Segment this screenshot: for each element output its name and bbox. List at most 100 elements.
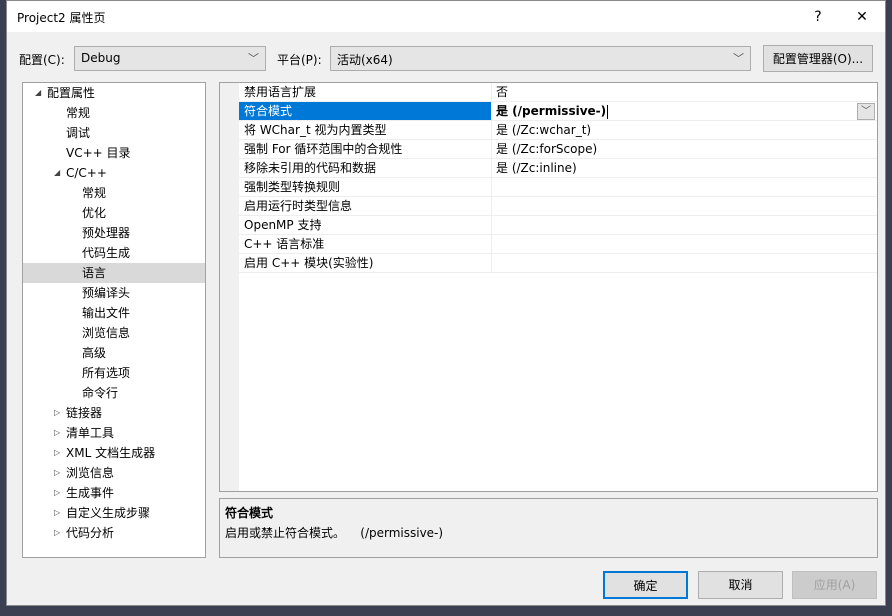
tree-item-label: 配置属性 <box>47 86 96 100</box>
property-row[interactable]: 禁用语言扩展否 <box>239 83 877 102</box>
tree-item[interactable]: 浏览信息 <box>23 323 205 343</box>
platform-label: 平台(P): <box>277 53 322 67</box>
collapsed-arrow-icon[interactable]: ▷ <box>54 503 64 523</box>
property-value-text: 是 (/Zc:wchar_t) <box>496 123 592 137</box>
tree-item-label: 所有选项 <box>82 366 131 380</box>
config-manager-button[interactable]: 配置管理器(O)... <box>763 45 873 72</box>
tree-item-label: 常规 <box>82 186 107 200</box>
tree-item[interactable]: 语言 <box>23 263 205 283</box>
tree-item-label: 链接器 <box>66 406 103 420</box>
tree-item-label: XML 文档生成器 <box>66 446 156 460</box>
property-row[interactable]: 移除未引用的代码和数据是 (/Zc:inline) <box>239 159 877 178</box>
collapsed-arrow-icon[interactable]: ▷ <box>54 403 64 423</box>
expanded-arrow-icon[interactable]: ◢ <box>54 163 64 183</box>
chevron-down-icon: ﹀ <box>733 52 744 65</box>
collapsed-arrow-icon[interactable]: ▷ <box>54 523 64 543</box>
property-row[interactable]: 启用运行时类型信息 <box>239 197 877 216</box>
property-row[interactable]: 强制 For 循环范围中的合规性是 (/Zc:forScope) <box>239 140 877 159</box>
help-button[interactable]: ? <box>801 5 835 29</box>
platform-value: 活动(x64) <box>337 53 393 67</box>
tree-item[interactable]: 预编译头 <box>23 283 205 303</box>
expanded-arrow-icon[interactable]: ◢ <box>35 83 45 103</box>
property-row[interactable]: 强制类型转换规则 <box>239 178 877 197</box>
tree-item-label: 调试 <box>66 126 91 140</box>
tree-item-label: 常规 <box>66 106 91 120</box>
tree-item[interactable]: VC++ 目录 <box>23 143 205 163</box>
tree-item[interactable]: ▷ 浏览信息 <box>23 463 205 483</box>
property-row[interactable]: 将 WChar_t 视为内置类型是 (/Zc:wchar_t) <box>239 121 877 140</box>
collapsed-arrow-icon[interactable]: ▷ <box>54 443 64 463</box>
property-row[interactable]: C++ 语言标准 <box>239 235 877 254</box>
tree-item[interactable]: 代码生成 <box>23 243 205 263</box>
tree-item[interactable]: ▷ 自定义生成步骤 <box>23 503 205 523</box>
tree-item-label: 预编译头 <box>82 286 131 300</box>
tree-item-label: 自定义生成步骤 <box>66 506 151 520</box>
property-grid[interactable]: 禁用语言扩展否符合模式是 (/permissive-) ﹀ 将 WChar_t 视为… <box>219 82 878 492</box>
property-value[interactable] <box>496 197 877 215</box>
chevron-down-icon: ﹀ <box>248 52 259 65</box>
platform-select[interactable]: 活动(x64) ﹀ <box>330 46 751 71</box>
tree-item[interactable]: 所有选项 <box>23 363 205 383</box>
property-value[interactable]: 是 (/Zc:forScope) <box>496 140 877 158</box>
apply-button[interactable]: 应用(A) <box>792 571 877 599</box>
config-label: 配置(C): <box>19 53 65 67</box>
tree-item[interactable]: ▷ 清单工具 <box>23 423 205 443</box>
tree-item[interactable]: ▷ 链接器 <box>23 403 205 423</box>
chevron-down-icon[interactable]: ﹀ <box>857 103 875 120</box>
property-name: OpenMP 支持 <box>239 216 492 234</box>
property-name: 移除未引用的代码和数据 <box>239 159 492 177</box>
tree-item-label: 浏览信息 <box>82 326 131 340</box>
tree-item-label: 命令行 <box>82 386 119 400</box>
property-value[interactable]: 是 (/permissive-) ﹀ <box>496 102 877 120</box>
tree-item[interactable]: 优化 <box>23 203 205 223</box>
window-title: Project2 属性页 <box>17 11 106 25</box>
property-name: 启用 C++ 模块(实验性) <box>239 254 492 272</box>
tree-item[interactable]: ◢ C/C++ <box>23 163 205 183</box>
property-row[interactable]: 启用 C++ 模块(实验性) <box>239 254 877 273</box>
property-name: 强制类型转换规则 <box>239 178 492 196</box>
property-value[interactable] <box>496 216 877 234</box>
tree-item-label: 清单工具 <box>66 426 115 440</box>
config-select[interactable]: Debug ﹀ <box>74 46 266 71</box>
tree-item[interactable]: ▷ 代码分析 <box>23 523 205 543</box>
tree-item-label: 预处理器 <box>82 226 131 240</box>
property-name: C++ 语言标准 <box>239 235 492 253</box>
property-name: 禁用语言扩展 <box>239 83 492 101</box>
property-value-text: 是 (/Zc:forScope) <box>496 142 598 156</box>
tree-item[interactable]: ▷ 生成事件 <box>23 483 205 503</box>
tree-item[interactable]: ▷ XML 文档生成器 <box>23 443 205 463</box>
property-pages-dialog: Project2 属性页 ? ✕ 配置(C): Debug ﹀ 平台(P): 活… <box>6 0 886 606</box>
category-tree[interactable]: ◢ 配置属性 常规 调试 VC++ 目录 ◢ C/C++ 常规 优化 预处理器 代码生成 语言 预编译头… <box>22 82 206 558</box>
property-value[interactable]: 否 <box>496 83 877 101</box>
tree-item[interactable]: ◢ 配置属性 <box>23 83 205 103</box>
property-value[interactable] <box>496 178 877 196</box>
property-value-text: 是 (/permissive-) <box>496 104 607 118</box>
description-title: 符合模式 <box>225 506 274 520</box>
tree-item[interactable]: 常规 <box>23 103 205 123</box>
tree-item-label: 输出文件 <box>82 306 131 320</box>
property-row[interactable]: OpenMP 支持 <box>239 216 877 235</box>
property-row[interactable]: 符合模式是 (/permissive-) ﹀ <box>239 102 877 121</box>
cancel-button[interactable]: 取消 <box>698 571 783 599</box>
collapsed-arrow-icon[interactable]: ▷ <box>54 423 64 443</box>
property-value[interactable]: 是 (/Zc:inline) <box>496 159 877 177</box>
property-value[interactable] <box>496 235 877 253</box>
tree-item[interactable]: 高级 <box>23 343 205 363</box>
collapsed-arrow-icon[interactable]: ▷ <box>54 483 64 503</box>
tree-item[interactable]: 预处理器 <box>23 223 205 243</box>
property-value[interactable] <box>496 254 877 272</box>
property-value[interactable]: 是 (/Zc:wchar_t) <box>496 121 877 139</box>
property-value-text: 否 <box>496 85 509 99</box>
text-cursor <box>607 104 609 119</box>
tree-item-label: 代码分析 <box>66 526 115 540</box>
tree-item[interactable]: 输出文件 <box>23 303 205 323</box>
tree-item[interactable]: 常规 <box>23 183 205 203</box>
close-button[interactable]: ✕ <box>845 5 879 29</box>
tree-item-label: 高级 <box>82 346 107 360</box>
collapsed-arrow-icon[interactable]: ▷ <box>54 463 64 483</box>
property-name: 将 WChar_t 视为内置类型 <box>239 121 492 139</box>
tree-item[interactable]: 命令行 <box>23 383 205 403</box>
ok-button[interactable]: 确定 <box>603 571 688 599</box>
tree-item[interactable]: 调试 <box>23 123 205 143</box>
config-value: Debug <box>81 51 121 65</box>
